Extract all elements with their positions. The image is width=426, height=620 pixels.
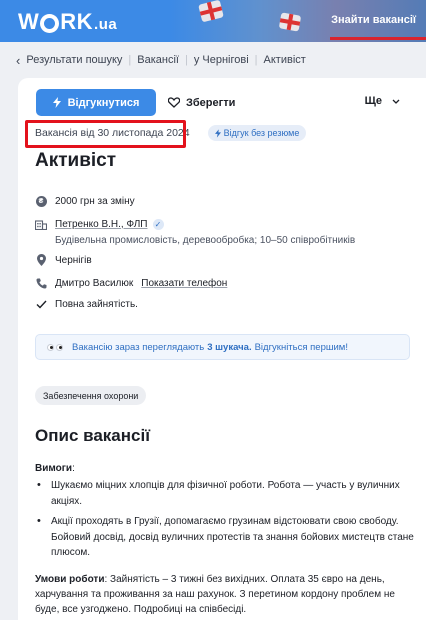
breadcrumb-city[interactable]: у Чернігові (194, 54, 249, 66)
no-resume-badge: Відгук без резюме (207, 125, 307, 141)
building-icon (35, 218, 47, 230)
breadcrumb-current: Активіст (263, 54, 306, 66)
show-phone-link[interactable]: Показати телефон (141, 278, 227, 289)
salary-row: ₴ 2000 грн за зміну (35, 195, 135, 207)
coin-icon: ₴ (35, 195, 47, 207)
logo-letter: W (18, 9, 40, 34)
lightning-icon (52, 97, 61, 108)
conditions-paragraph: Умови роботи: Зайнятість – 3 тижні без в… (35, 572, 415, 617)
badge-label: Відгук без резюме (223, 128, 300, 138)
phone-icon (35, 277, 47, 289)
georgian-flag-icon (278, 12, 302, 32)
apply-button[interactable]: Відгукнутися (36, 89, 156, 116)
save-button-label: Зберегти (186, 96, 236, 109)
verified-check-icon: ✓ (152, 218, 164, 230)
heart-icon (168, 97, 180, 108)
eyes-icon (47, 343, 63, 351)
city-row: Чернігів (35, 254, 92, 266)
checkmark-icon (35, 298, 47, 310)
requirements-colon: : (72, 463, 75, 474)
employment-text: Повна зайнятість. (55, 298, 138, 310)
city-text: Чернігів (55, 254, 92, 266)
company-details: Будівельна промисловість, деревообробка;… (55, 235, 356, 246)
category-tag[interactable]: Забезпечення охорони (35, 386, 147, 405)
requirements-label-bold: Вимоги (35, 463, 73, 474)
notice-viewers: 3 шукача. (207, 341, 252, 353)
breadcrumb-separator: | (128, 54, 132, 66)
more-label: Ще (364, 95, 382, 107)
notice-text-before: Вакансію зараз переглядають (72, 341, 205, 353)
chevron-left-icon[interactable]: ‹ (16, 53, 20, 68)
breadcrumb-separator: | (254, 54, 258, 66)
description-heading: Опис вакансії (35, 426, 150, 445)
active-nav-underline (330, 37, 426, 40)
notice-text-after: Відгукніться першим! (254, 341, 348, 353)
location-pin-icon (35, 254, 47, 266)
logo-o-icon (40, 13, 60, 33)
vacancy-title: Активіст (35, 150, 117, 171)
date-highlight-box (25, 120, 186, 148)
apply-button-label: Відгукнутися (67, 96, 140, 109)
find-jobs-link[interactable]: Знайти вакансії (331, 14, 416, 26)
logo-domain: .ua (94, 15, 118, 33)
more-dropdown[interactable]: Ще (365, 95, 400, 107)
breadcrumb: ‹ Результати пошуку | Вакансії | у Черні… (16, 52, 306, 68)
logo-letters: RK (60, 9, 94, 34)
contact-row: Дмитро Василюк Показати телефон (35, 277, 227, 289)
list-item: Шукаємо міцних хлопців для фізичної робо… (35, 478, 415, 509)
site-header: W RK .ua Знайти вакансії (0, 0, 426, 42)
breadcrumb-separator: | (184, 54, 188, 66)
salary-text: 2000 грн за зміну (55, 195, 135, 207)
requirements-label: Вимоги: (35, 461, 415, 476)
lightning-icon (214, 128, 221, 138)
save-button[interactable]: Зберегти (156, 89, 235, 116)
company-link[interactable]: Петренко В.Н., ФЛП (55, 219, 148, 230)
breadcrumb-vacancies[interactable]: Вакансії (137, 54, 179, 66)
site-logo[interactable]: W RK .ua (18, 9, 117, 35)
contact-name: Дмитро Василюк (55, 277, 134, 289)
company-row: Петренко В.Н., ФЛП ✓ (35, 218, 164, 230)
breadcrumb-search-results[interactable]: Результати пошуку (26, 54, 122, 66)
viewers-notice: Вакансію зараз переглядають 3 шукача. Ві… (35, 334, 410, 360)
conditions-label: Умови роботи (35, 574, 105, 585)
chevron-down-icon (392, 99, 400, 104)
list-item: Акції проходять в Грузії, допомагаємо гр… (35, 514, 415, 561)
requirements-list: Шукаємо міцних хлопців для фізичної робо… (35, 478, 415, 566)
employment-row: Повна зайнятість. (35, 298, 138, 310)
vacancy-card: Відгукнутися Зберегти Ще Вакансія від 30… (18, 78, 426, 620)
